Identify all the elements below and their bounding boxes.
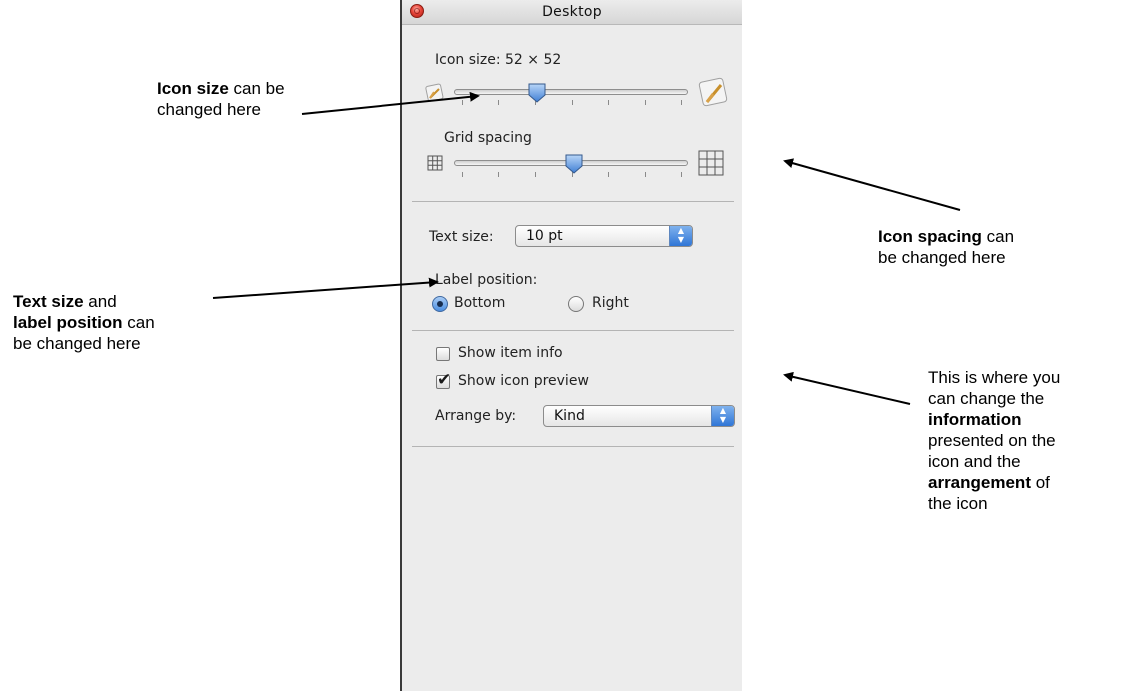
separator xyxy=(412,446,734,447)
popup-arrows-icon: ▲ ▼ xyxy=(669,226,692,246)
separator xyxy=(412,201,734,202)
label-position-label: Label position: xyxy=(435,272,538,288)
radio-bottom[interactable] xyxy=(432,296,448,312)
window-title: Desktop xyxy=(542,4,602,20)
annotation-info-arrangement: This is where you can change the informa… xyxy=(928,368,1061,513)
show-item-info-checkbox[interactable] xyxy=(436,347,450,361)
large-icon-icon xyxy=(698,77,728,107)
text-size-value: 10 pt xyxy=(526,228,563,244)
icon-size-slider-track[interactable] xyxy=(454,89,688,95)
checkmark-icon: ✔ xyxy=(437,370,452,390)
show-icon-preview-checkbox[interactable]: ✔ xyxy=(436,370,451,390)
grid-spacing-slider-knob[interactable] xyxy=(565,154,583,174)
arrange-by-label: Arrange by: xyxy=(435,408,517,424)
separator xyxy=(412,330,734,331)
grid-spacing-label: Grid spacing xyxy=(444,130,532,146)
icon-size-slider-knob[interactable] xyxy=(528,83,546,103)
radio-bottom-label: Bottom xyxy=(454,295,506,311)
window-titlebar[interactable]: Desktop xyxy=(402,0,742,25)
small-grid-icon xyxy=(427,155,443,171)
icon-size-label: Icon size: 52 × 52 xyxy=(435,52,562,68)
annotation-icon-spacing: Icon spacing can be changed here xyxy=(878,227,1015,267)
arrange-by-value: Kind xyxy=(554,408,585,424)
text-size-popup[interactable]: 10 pt ▲ ▼ xyxy=(515,225,693,247)
show-icon-preview-label: Show icon preview xyxy=(458,373,589,389)
radio-right-label: Right xyxy=(592,295,629,311)
popup-arrows-icon: ▲ ▼ xyxy=(711,406,734,426)
arrow-info-arrangement xyxy=(783,371,911,405)
small-icon-icon xyxy=(425,83,444,102)
view-options-panel: Desktop Icon size: 52 × 52 Grid spacing xyxy=(400,0,742,691)
icon-size-slider-ticks xyxy=(462,100,682,106)
large-grid-icon xyxy=(698,150,724,176)
annotation-icon-size: Icon size can be changed here xyxy=(157,79,285,119)
text-size-label: Text size: xyxy=(429,229,494,245)
show-item-info-label: Show item info xyxy=(458,345,563,361)
arrow-icon-spacing xyxy=(783,158,961,211)
annotation-text-size: Text size and label position can be chan… xyxy=(13,292,155,353)
arrange-by-popup[interactable]: Kind ▲ ▼ xyxy=(543,405,735,427)
radio-right[interactable] xyxy=(568,296,584,312)
